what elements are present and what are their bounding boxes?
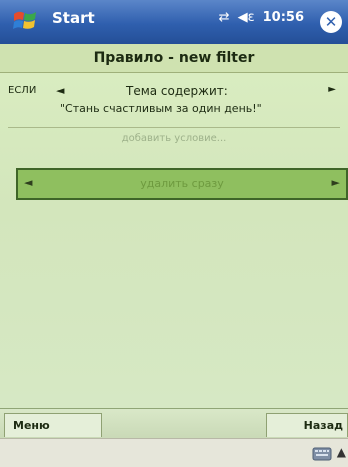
- softkey-bar: Меню Назад: [0, 408, 348, 439]
- condition-row[interactable]: ЕСЛИ ◄ Тема содержит: ► "Стань счастливы…: [8, 83, 340, 123]
- window-title[interactable]: Start: [52, 9, 95, 27]
- condition-text-line1: Тема содержит:: [126, 84, 228, 98]
- action-row[interactable]: ◄ удалить сразу ►: [16, 168, 348, 200]
- right-arrow-icon[interactable]: ►: [328, 84, 336, 95]
- condition-text-line2: "Стань счастливым за один день!": [60, 102, 262, 115]
- left-arrow-icon[interactable]: ◄: [56, 84, 64, 97]
- rule-editor: ЕСЛИ ◄ Тема содержит: ► "Стань счастливы…: [0, 73, 348, 408]
- pocketpc-screen: Start ⇄ ◀ε 10:56 ✕ Правило - new filter …: [0, 0, 348, 467]
- add-condition-link[interactable]: добавить условие...: [0, 133, 348, 144]
- status-area: ⇄ ◀ε 10:56: [219, 10, 304, 25]
- rule-title: Правило - new filter: [0, 44, 348, 73]
- volume-icon[interactable]: ◀ε: [238, 10, 255, 25]
- connectivity-icon[interactable]: ⇄: [219, 10, 230, 25]
- right-arrow-icon[interactable]: ►: [332, 176, 340, 189]
- windows-flag-icon[interactable]: [12, 8, 38, 34]
- title-bar: Start ⇄ ◀ε 10:56 ✕: [0, 0, 348, 44]
- divider: [8, 127, 340, 128]
- close-button[interactable]: ✕: [320, 11, 342, 33]
- input-selector-arrow-icon[interactable]: ▲: [337, 445, 346, 459]
- back-softkey[interactable]: Назад: [266, 413, 348, 437]
- clock[interactable]: 10:56: [263, 10, 304, 25]
- input-panel-bar: ▲: [0, 438, 348, 467]
- menu-softkey[interactable]: Меню: [4, 413, 102, 437]
- if-label: ЕСЛИ: [8, 85, 37, 96]
- keyboard-icon[interactable]: [312, 446, 332, 461]
- action-label: удалить сразу: [140, 177, 224, 190]
